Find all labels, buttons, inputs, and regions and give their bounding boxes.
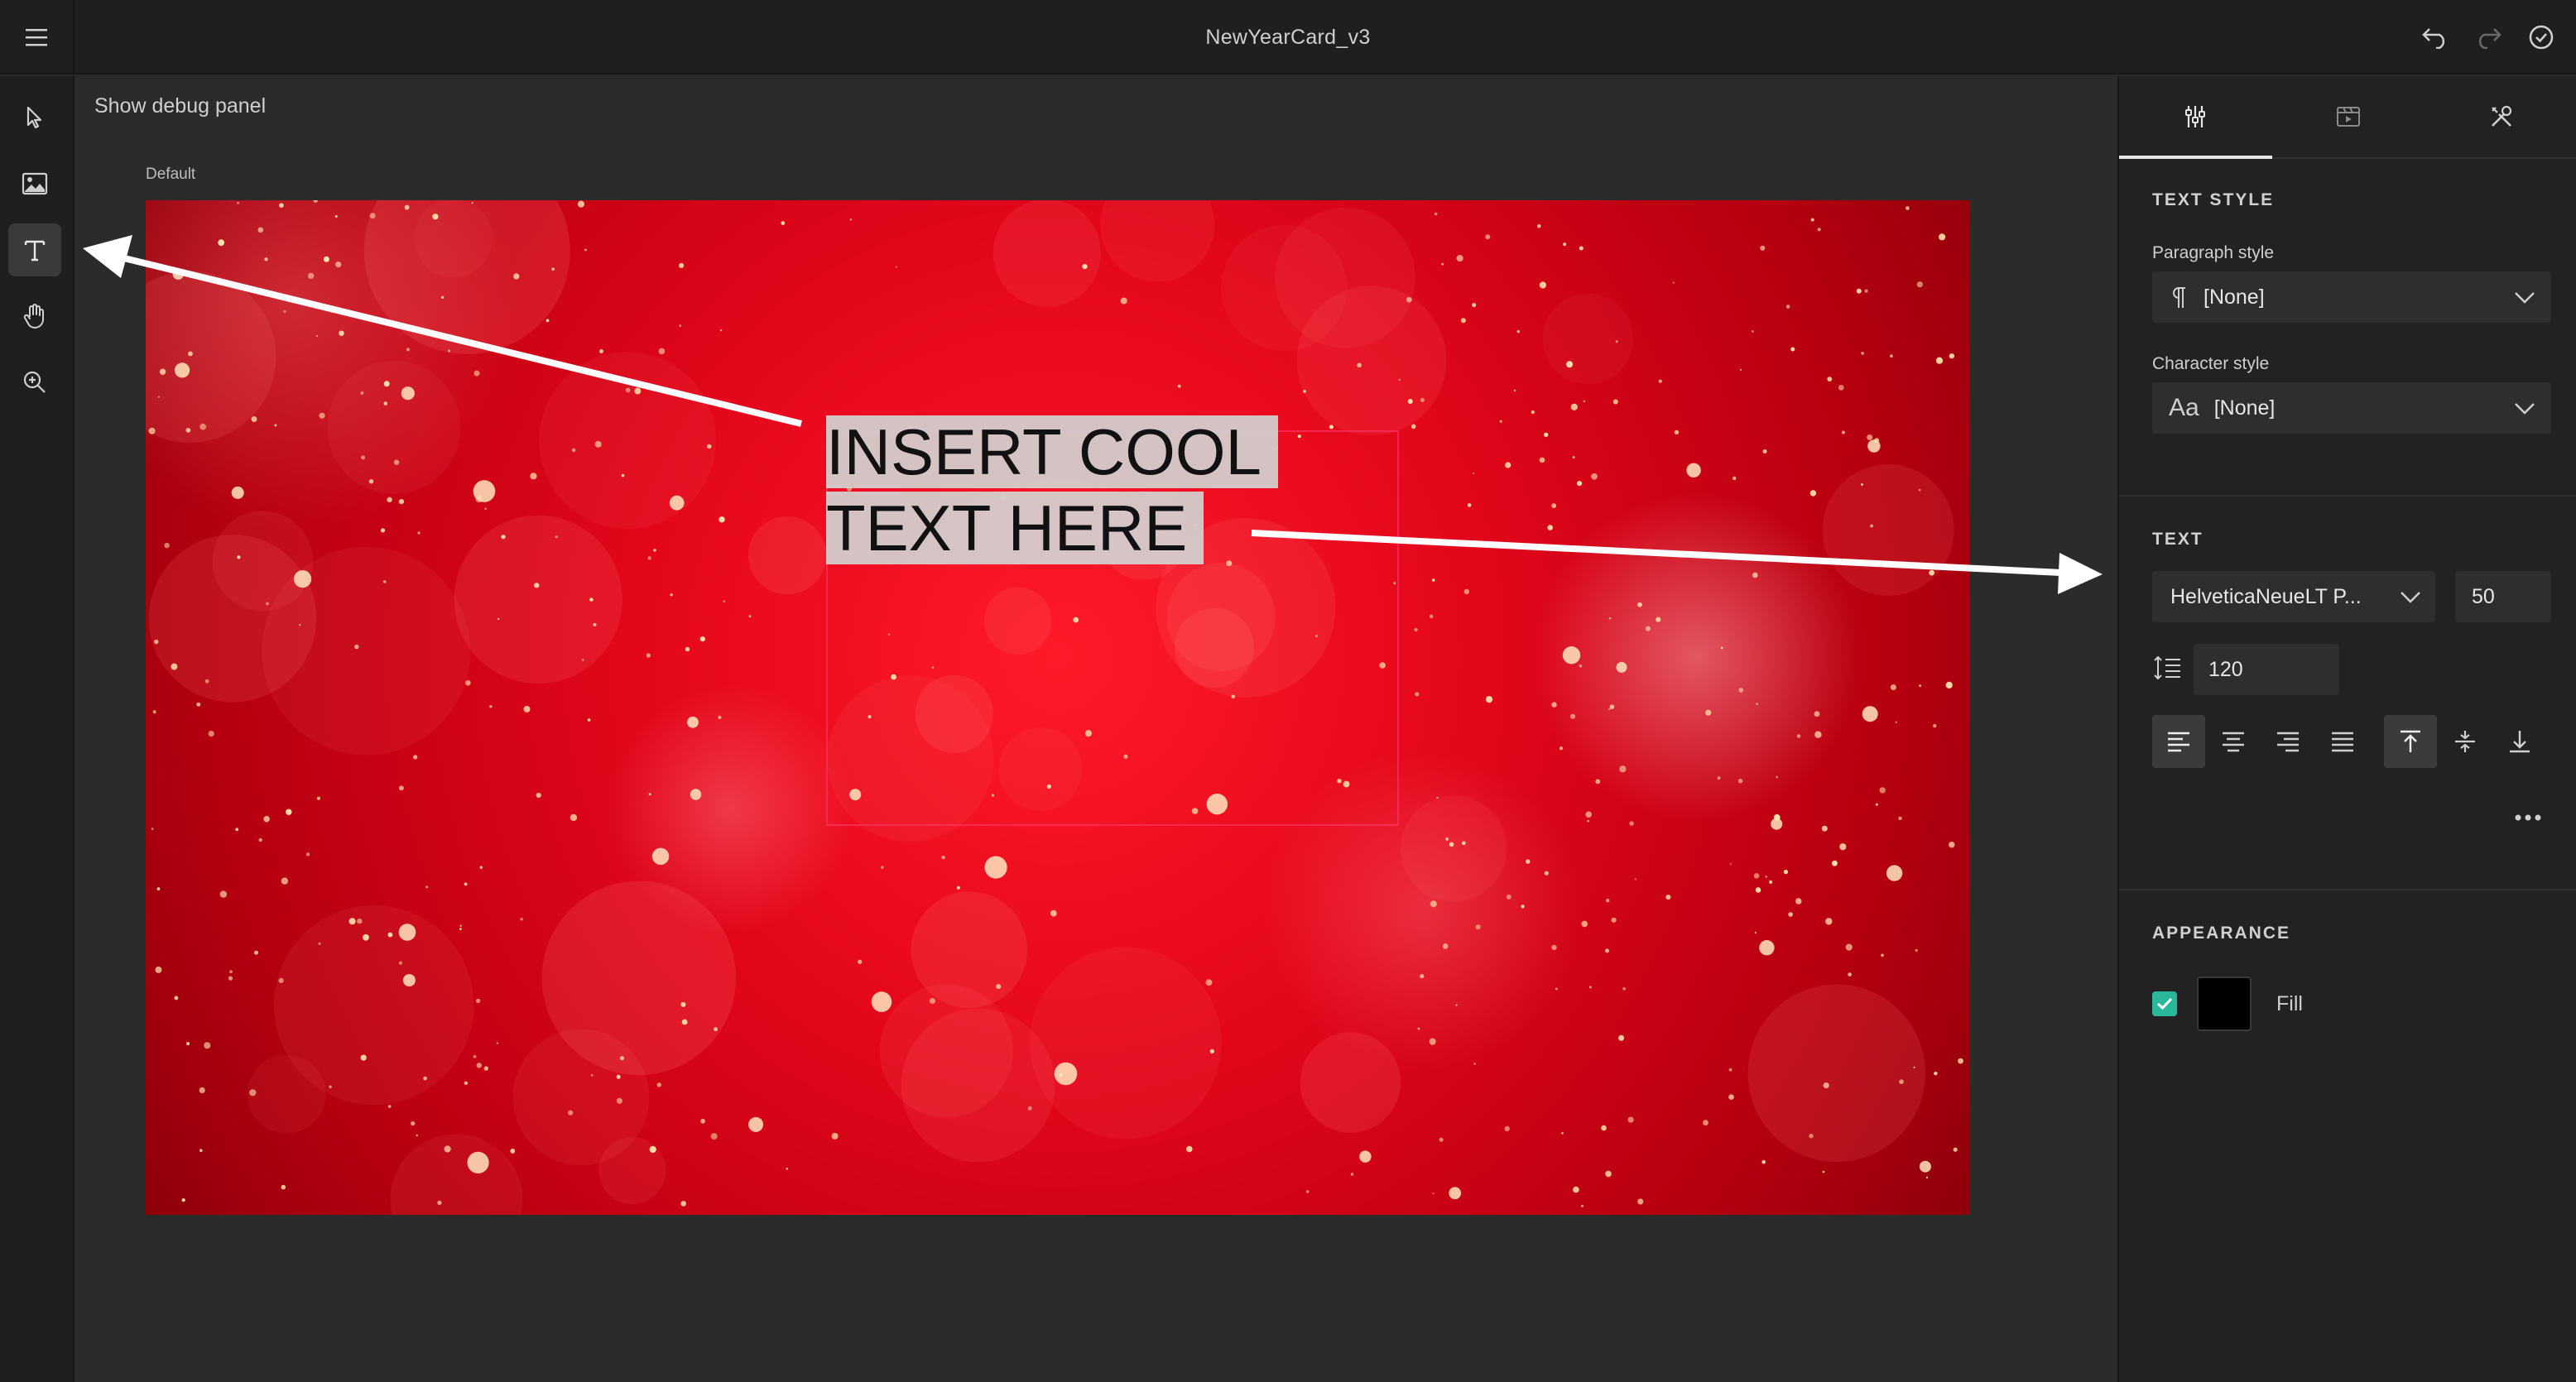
align-left-button[interactable] [2152, 715, 2205, 768]
fill-checkbox[interactable] [2152, 991, 2177, 1016]
paragraph-style-value: [None] [2204, 285, 2265, 309]
align-middle-icon [2455, 731, 2475, 752]
character-style-label: Character style [2152, 354, 2270, 373]
text-line-2[interactable]: TEXT HERE [826, 492, 1204, 564]
properties-panel: TEXT STYLE Paragraph style [None] Charac… [2117, 76, 2576, 1382]
fill-color-swatch[interactable] [2197, 977, 2252, 1031]
align-bottom-button[interactable] [2493, 715, 2546, 768]
selected-text-block[interactable]: INSERT COOL TEXT HERE [826, 414, 1278, 566]
align-right-icon [2277, 732, 2299, 752]
text-style-section-title: TEXT STYLE [2152, 190, 2275, 209]
section-divider [2119, 889, 2576, 890]
hand-pan-icon [23, 304, 44, 329]
chevron-down-icon [2515, 403, 2535, 415]
align-top-button[interactable] [2384, 715, 2437, 768]
hand-tool[interactable] [8, 290, 61, 343]
show-debug-panel-link[interactable]: Show debug panel [94, 94, 266, 118]
artboard-label: Default [146, 166, 196, 183]
left-toolbar [0, 76, 74, 1382]
text-section-title: TEXT [2152, 530, 2204, 549]
vertical-align-group [2384, 715, 2548, 768]
align-center-button[interactable] [2207, 715, 2260, 768]
tab-media[interactable] [2272, 76, 2425, 157]
image-icon [22, 172, 48, 195]
select-pointer-icon [26, 106, 42, 129]
horizontal-align-group [2152, 715, 2371, 768]
font-family-dropdown[interactable]: HelveticaNeueLT P... [2152, 571, 2435, 622]
align-center-icon [2223, 732, 2244, 752]
text-tool[interactable] [8, 223, 61, 276]
done-button[interactable] [2515, 11, 2568, 64]
chevron-down-icon [2515, 292, 2535, 304]
top-bar: NewYearCard_v3 [0, 0, 2576, 74]
redo-button[interactable] [2462, 11, 2515, 64]
character-style-icon: Aa [2169, 394, 2199, 421]
undo-icon [2422, 28, 2445, 49]
more-options-button[interactable] [2502, 801, 2554, 834]
chevron-down-icon [2401, 592, 2420, 603]
fill-label: Fill [2276, 991, 2303, 1015]
artboard[interactable]: INSERT COOL TEXT HERE [146, 200, 1970, 1215]
check-circle-icon [2529, 25, 2554, 50]
align-right-button[interactable] [2261, 715, 2314, 768]
top-actions [2409, 0, 2568, 74]
tab-properties[interactable] [2119, 76, 2272, 159]
align-bottom-icon [2510, 731, 2530, 753]
pilcrow-icon [2173, 287, 2185, 308]
document-title: NewYearCard_v3 [1205, 25, 1371, 49]
checkmark-icon [2156, 997, 2173, 1010]
leading-input[interactable]: 120 [2194, 644, 2339, 695]
paragraph-style-label: Paragraph style [2152, 243, 2275, 262]
undo-button[interactable] [2409, 11, 2462, 64]
panel-tabs [2119, 76, 2576, 159]
zoom-tool[interactable] [8, 356, 61, 409]
more-horizontal-icon [2515, 814, 2541, 821]
appearance-section-title: APPEARANCE [2152, 924, 2291, 943]
section-divider [2119, 495, 2576, 497]
image-tool[interactable] [8, 157, 61, 210]
character-style-value: [None] [2213, 396, 2276, 420]
line-height-icon [2154, 655, 2180, 680]
align-justify-icon [2332, 732, 2353, 752]
select-tool[interactable] [8, 91, 61, 144]
text-tool-icon [24, 240, 46, 262]
font-family-value: HelveticaNeueLT P... [2170, 584, 2362, 608]
align-middle-button[interactable] [2439, 715, 2492, 768]
align-justify-button[interactable] [2316, 715, 2369, 768]
sliders-icon [2185, 106, 2206, 127]
menu-button[interactable] [0, 0, 74, 74]
fill-row: Fill [2152, 975, 2303, 1033]
media-icon [2337, 107, 2360, 127]
align-top-icon [2401, 730, 2420, 752]
hamburger-menu-icon [26, 29, 47, 46]
align-left-icon [2168, 732, 2189, 752]
zoom-in-icon [23, 371, 46, 393]
paragraph-style-dropdown[interactable]: [None] [2152, 271, 2551, 323]
canvas-area[interactable]: Show debug panel Default INSERT COOL TEX… [76, 76, 2117, 1382]
tools-icon [2491, 105, 2511, 127]
redo-icon [2478, 28, 2502, 49]
character-style-dropdown[interactable]: Aa [None] [2152, 382, 2551, 434]
tab-tools[interactable] [2425, 76, 2576, 157]
font-size-input[interactable]: 50 [2455, 571, 2551, 622]
text-line-1[interactable]: INSERT COOL [826, 415, 1278, 488]
